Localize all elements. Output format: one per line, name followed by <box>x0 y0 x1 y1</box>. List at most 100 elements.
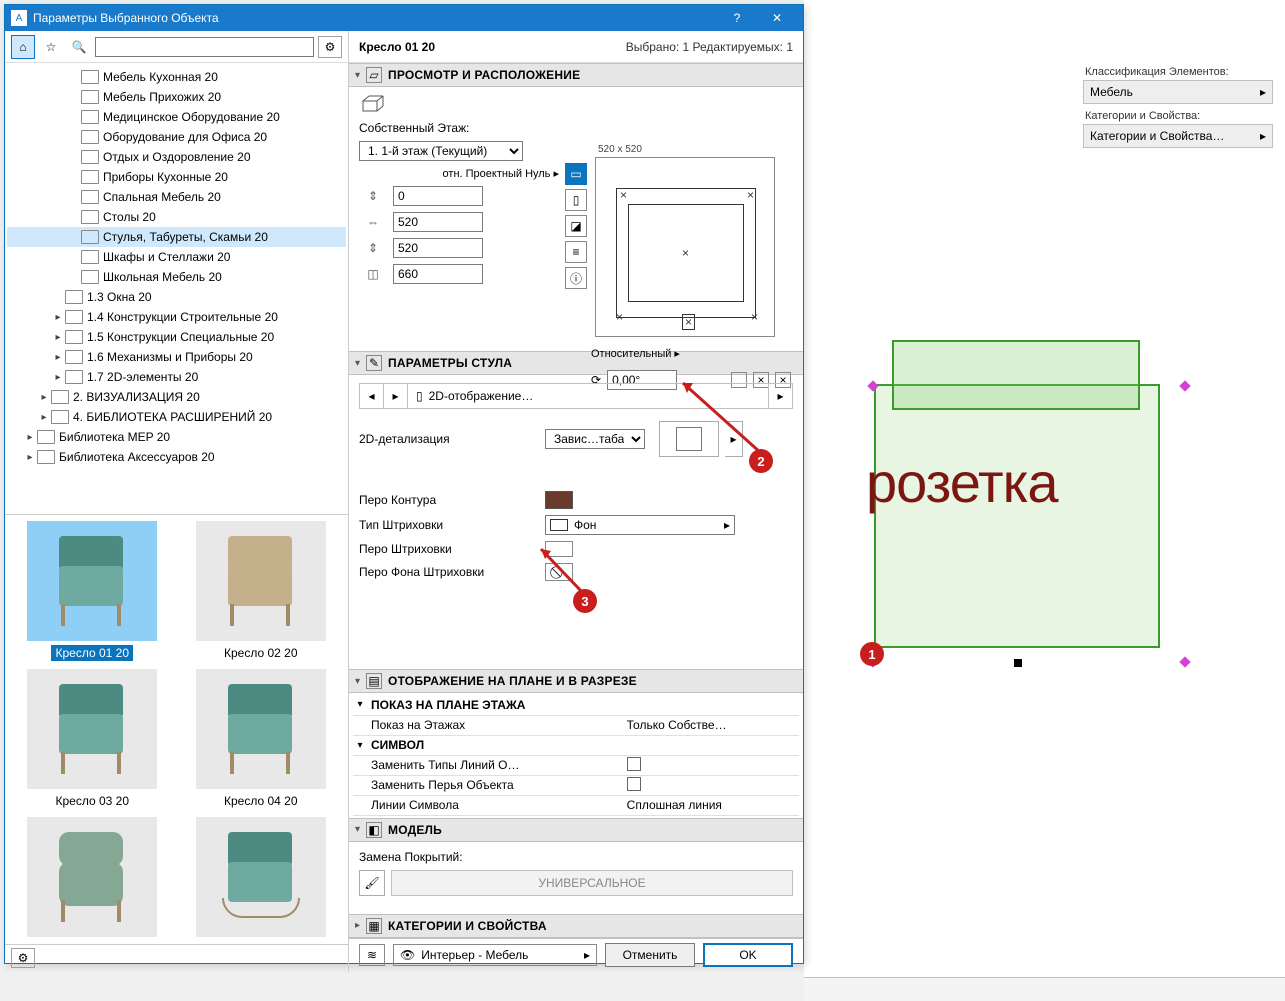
checkbox[interactable] <box>627 757 641 771</box>
close-button[interactable]: ✕ <box>757 5 797 31</box>
chevron-right-icon: ▸ <box>724 518 730 532</box>
chevron-down-icon: ▾ <box>355 824 360 835</box>
thumbnail-item[interactable]: Кресло 03 20 <box>11 669 174 809</box>
tree-item[interactable]: ▸ Библиотека Аксессуаров 20 <box>7 447 346 467</box>
rel-zero-label[interactable]: отн. Проектный Нуль ▸ <box>443 167 559 180</box>
layer-icon: ≋ <box>359 944 385 966</box>
tree-item[interactable]: ▸1.4 Конструкции Строительные 20 <box>7 307 346 327</box>
param-tabstrip: ◂ ▸ ▯ 2D-отображение… ▸ <box>359 383 793 409</box>
thumbnail-item[interactable] <box>11 817 174 943</box>
tree-item[interactable]: Мебель Кухонная 20 <box>7 67 346 87</box>
cat-dropdown[interactable]: Категории и Свойства… ▸ <box>1083 124 1273 148</box>
tab-next-button[interactable]: ▸ <box>384 384 408 408</box>
tree-item[interactable]: Стулья, Табуреты, Скамьи 20 <box>7 227 346 247</box>
tree-item[interactable]: 1.3 Окна 20 <box>7 287 346 307</box>
relative-label: Относительный ▸ <box>591 347 680 360</box>
tree-item[interactable]: Отдых и Оздоровление 20 <box>7 147 346 167</box>
class-dropdown[interactable]: Мебель ▸ <box>1083 80 1273 104</box>
selection-origin-handle[interactable] <box>1014 659 1022 667</box>
preview-elev-button[interactable]: ▯ <box>565 189 587 211</box>
preview-info-button[interactable]: ⓘ <box>565 267 587 289</box>
tree-item[interactable]: ▸Библиотека MEP 20 <box>7 427 346 447</box>
library-tree[interactable]: Мебель Кухонная 20Мебель Прихожих 20Меди… <box>5 63 348 514</box>
tree-item[interactable]: ▸1.5 Конструкции Специальные 20 <box>7 327 346 347</box>
thumbnail-item[interactable]: Кресло 04 20 <box>180 669 343 809</box>
thumbnail-item[interactable]: Кресло 02 20 <box>180 521 343 661</box>
panel-model-head[interactable]: ▾ ◧ МОДЕЛЬ <box>349 818 803 842</box>
tree-item[interactable]: ▸1.6 Механизмы и Приборы 20 <box>7 347 346 367</box>
tree-item[interactable]: ▸4. БИБЛИОТЕКА РАСШИРЕНИЙ 20 <box>7 407 346 427</box>
expand-icon[interactable]: ▸ <box>23 432 37 443</box>
expand-icon[interactable]: ▸ <box>51 312 65 323</box>
selection-handle[interactable] <box>1179 656 1190 667</box>
library-view-button[interactable]: ⌂ <box>11 35 35 59</box>
surface-universal: УНИВЕРСАЛЬНОЕ <box>391 870 793 896</box>
surface-lock-button[interactable]: 🖌 <box>359 870 385 896</box>
panel-placement-head[interactable]: ▾ ▱ ПРОСМОТР И РАСПОЛОЖЕНИЕ <box>349 63 803 87</box>
expand-icon[interactable]: ▸ <box>51 372 65 383</box>
tree-item[interactable]: Мебель Прихожих 20 <box>7 87 346 107</box>
search-button[interactable]: 🔍 <box>67 35 91 59</box>
tree-item[interactable]: ▸2. ВИЗУАЛИЗАЦИЯ 20 <box>7 387 346 407</box>
selected-object-shape[interactable] <box>874 384 1160 648</box>
layer-select[interactable]: 👁 Интерьер - Мебель ▸ <box>393 944 597 966</box>
selected-object-back[interactable] <box>892 340 1140 410</box>
favorites-button[interactable]: ☆ <box>39 35 63 59</box>
panel-categories-head[interactable]: ▸ ▦ КАТЕГОРИИ И СВОЙСТВА <box>349 914 803 938</box>
folder-icon <box>37 430 55 444</box>
width-input[interactable] <box>393 212 483 232</box>
pen-contour-swatch[interactable] <box>545 491 573 509</box>
settings-button[interactable]: ⚙ <box>318 36 342 58</box>
search-input[interactable] <box>95 37 314 57</box>
tree-item[interactable]: Столы 20 <box>7 207 346 227</box>
detail-select[interactable]: Завис…таба <box>545 429 645 449</box>
preview-3d-button[interactable]: ◪ <box>565 215 587 237</box>
pen-hatch-swatch[interactable] <box>545 541 573 557</box>
height-input[interactable] <box>393 264 483 284</box>
preview-3d-icon[interactable] <box>359 95 387 115</box>
plan-preview: 520 x 520 × × × × × × <box>595 157 775 337</box>
tree-item[interactable]: Шкафы и Стеллажи 20 <box>7 247 346 267</box>
table-cell[interactable]: Сплошная линия <box>623 795 799 815</box>
depth-input[interactable] <box>393 238 483 258</box>
table-cell[interactable]: Только Собстве… <box>623 715 799 735</box>
object-thumbnails[interactable]: Кресло 01 20Кресло 02 20Кресло 03 20Крес… <box>5 514 348 944</box>
drawing-canvas[interactable]: розетка 1 <box>804 180 1285 971</box>
expand-icon[interactable]: ▸ <box>23 452 37 463</box>
pen-bg-swatch[interactable]: ⃠ <box>545 563 573 581</box>
tree-item[interactable]: Оборудование для Офиса 20 <box>7 127 346 147</box>
expand-icon[interactable]: ▸ <box>51 332 65 343</box>
tree-item[interactable]: ▸1.7 2D-элементы 20 <box>7 367 346 387</box>
folder-icon <box>37 450 55 464</box>
tree-item[interactable]: Медицинское Оборудование 20 <box>7 107 346 127</box>
elevation-input[interactable] <box>393 186 483 206</box>
ok-button[interactable]: OK <box>703 943 793 967</box>
hatch-type-select[interactable]: Фон▸ <box>545 515 735 535</box>
tab-prev-button[interactable]: ◂ <box>360 384 384 408</box>
detail-preview-menu[interactable]: ▸ <box>725 421 743 457</box>
thumbs-settings-button[interactable]: ⚙ <box>11 948 35 968</box>
thumbnail-item[interactable] <box>180 817 343 943</box>
app-icon: A <box>11 10 27 26</box>
expand-icon[interactable]: ▸ <box>37 392 51 403</box>
tree-item[interactable]: Школьная Мебель 20 <box>7 267 346 287</box>
selection-handle[interactable] <box>1179 380 1190 391</box>
panel-plan-head[interactable]: ▾ ▤ ОТОБРАЖЕНИЕ НА ПЛАНЕ И В РАЗРЕЗЕ <box>349 669 803 693</box>
tab-2d-display[interactable]: ▯ 2D-отображение… <box>408 389 768 403</box>
preview-list-button[interactable]: ≡ <box>565 241 587 263</box>
tree-item-label: Спальная Мебель 20 <box>103 190 221 204</box>
thumbnail-item[interactable]: Кресло 01 20 <box>11 521 174 661</box>
help-button[interactable]: ? <box>717 5 757 31</box>
floor-select[interactable]: 1. 1-й этаж (Текущий) <box>359 141 523 161</box>
expand-icon[interactable]: ▸ <box>51 352 65 363</box>
tab-menu-button[interactable]: ▸ <box>768 384 792 408</box>
plan-params-table[interactable]: ▾ПОКАЗ НА ПЛАНЕ ЭТАЖА Показ на ЭтажахТол… <box>353 695 799 816</box>
cancel-button[interactable]: Отменить <box>605 943 695 967</box>
dialog-titlebar[interactable]: A Параметры Выбранного Объекта ? ✕ <box>5 5 803 31</box>
checkbox[interactable] <box>627 777 641 791</box>
tree-item[interactable]: Приборы Кухонные 20 <box>7 167 346 187</box>
tree-item[interactable]: Спальная Мебель 20 <box>7 187 346 207</box>
tree-item-label: Библиотека Аксессуаров 20 <box>59 450 215 464</box>
expand-icon[interactable]: ▸ <box>37 412 51 423</box>
preview-plan-button[interactable]: ▭ <box>565 163 587 185</box>
